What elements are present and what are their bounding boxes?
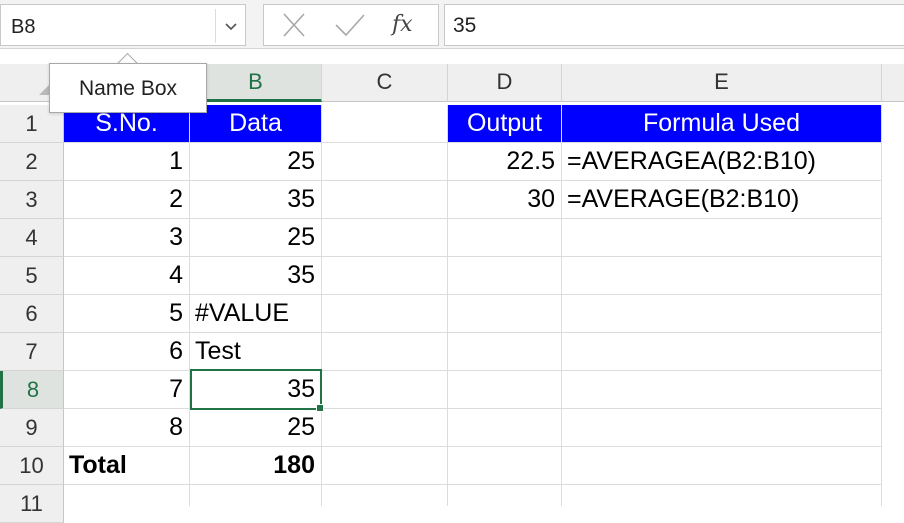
cell-e3[interactable]: =AVERAGE(B2:B10): [562, 181, 882, 219]
cell-c2[interactable]: [322, 143, 448, 181]
cell-e7[interactable]: [562, 333, 882, 371]
cell-a2[interactable]: 1: [64, 143, 190, 181]
cell-d7[interactable]: [448, 333, 562, 371]
row-header-3[interactable]: 3: [0, 181, 64, 219]
active-cell-selection: [190, 369, 322, 410]
cell-c11[interactable]: [322, 485, 448, 506]
name-box[interactable]: B8: [0, 4, 246, 46]
cell-e2[interactable]: =AVERAGEA(B2:B10): [562, 143, 882, 181]
cell-d6[interactable]: [448, 295, 562, 333]
cell-a3[interactable]: 2: [64, 181, 190, 219]
cell-c3[interactable]: [322, 181, 448, 219]
insert-function-button[interactable]: fx: [392, 11, 424, 39]
formula-value[interactable]: 35: [453, 14, 476, 38]
formula-input[interactable]: 35: [444, 4, 904, 46]
column-header-f[interactable]: [882, 64, 904, 102]
row-header-2[interactable]: 2: [0, 143, 64, 181]
cell-b3[interactable]: 35: [190, 181, 322, 219]
cell-c10[interactable]: [322, 447, 448, 485]
x-icon: [283, 13, 305, 37]
row-header-8[interactable]: 8: [0, 371, 64, 409]
cell-e9[interactable]: [562, 409, 882, 447]
cell-c6[interactable]: [322, 295, 448, 333]
row-header-9[interactable]: 9: [0, 409, 64, 447]
cell-e10[interactable]: [562, 447, 882, 485]
name-box-dropdown-button[interactable]: [215, 9, 245, 43]
check-icon: [335, 14, 365, 37]
column-header-d[interactable]: D: [448, 64, 562, 102]
cell-a11[interactable]: [64, 485, 190, 506]
cell-b1[interactable]: Data: [190, 105, 322, 143]
cell-d8[interactable]: [448, 371, 562, 409]
cell-b7[interactable]: Test: [190, 333, 322, 371]
cell-c8[interactable]: [322, 371, 448, 409]
cell-a4[interactable]: 3: [64, 219, 190, 257]
cell-a10[interactable]: Total: [64, 447, 190, 485]
cell-d5[interactable]: [448, 257, 562, 295]
enter-button[interactable]: [334, 11, 366, 39]
cell-b6[interactable]: #VALUE: [190, 295, 322, 333]
column-header-c[interactable]: C: [322, 64, 448, 102]
cell-a7[interactable]: 6: [64, 333, 190, 371]
name-box-value[interactable]: B8: [11, 16, 35, 39]
cell-e5[interactable]: [562, 257, 882, 295]
cell-c1[interactable]: [322, 105, 448, 143]
row-header-6[interactable]: 6: [0, 295, 64, 333]
cell-e11[interactable]: [562, 485, 882, 506]
formula-buttons: fx: [263, 4, 439, 46]
cell-c9[interactable]: [322, 409, 448, 447]
cell-d11[interactable]: [448, 485, 562, 506]
row-header-10[interactable]: 10: [0, 447, 64, 485]
cell-c4[interactable]: [322, 219, 448, 257]
cell-b11[interactable]: [190, 485, 322, 506]
cell-d10[interactable]: [448, 447, 562, 485]
cell-b10[interactable]: 180: [190, 447, 322, 485]
cell-c7[interactable]: [322, 333, 448, 371]
cell-d1[interactable]: Output: [448, 105, 562, 143]
cell-b9[interactable]: 25: [190, 409, 322, 447]
cell-b5[interactable]: 35: [190, 257, 322, 295]
cell-e6[interactable]: [562, 295, 882, 333]
cell-d9[interactable]: [448, 409, 562, 447]
chevron-down-icon: [225, 23, 237, 31]
cell-d3[interactable]: 30: [448, 181, 562, 219]
fill-handle[interactable]: [316, 404, 324, 412]
formula-bar: B8 fx 35: [0, 0, 904, 49]
column-header-e[interactable]: E: [562, 64, 882, 102]
row-header-4[interactable]: 4: [0, 219, 64, 257]
cell-e8[interactable]: [562, 371, 882, 409]
cancel-button[interactable]: [278, 11, 310, 39]
cell-c5[interactable]: [322, 257, 448, 295]
row-header-11[interactable]: 11: [0, 485, 64, 523]
cell-e1[interactable]: Formula Used: [562, 105, 882, 143]
cell-a9[interactable]: 8: [64, 409, 190, 447]
row-header-5[interactable]: 5: [0, 257, 64, 295]
column-header-b[interactable]: B: [190, 64, 322, 102]
cell-d2[interactable]: 22.5: [448, 143, 562, 181]
cell-a6[interactable]: 5: [64, 295, 190, 333]
name-box-tooltip: Name Box: [49, 63, 207, 113]
cell-b2[interactable]: 25: [190, 143, 322, 181]
row-header-7[interactable]: 7: [0, 333, 64, 371]
cell-a5[interactable]: 4: [64, 257, 190, 295]
cell-d4[interactable]: [448, 219, 562, 257]
cell-e4[interactable]: [562, 219, 882, 257]
cell-b4[interactable]: 25: [190, 219, 322, 257]
cell-a8[interactable]: 7: [64, 371, 190, 409]
